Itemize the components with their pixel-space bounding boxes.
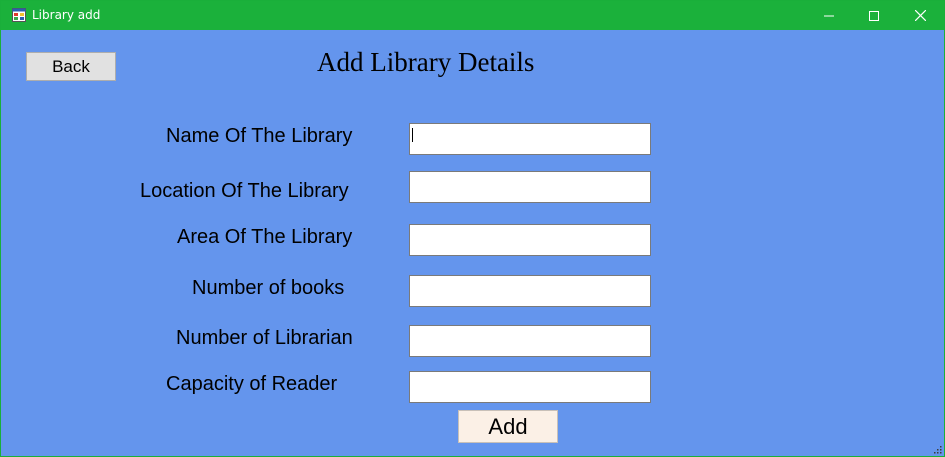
minimize-button[interactable] [806,1,852,30]
library-area-label: Area Of The Library [177,226,353,248]
text-caret [412,128,413,142]
resize-grip-icon[interactable] [932,444,942,454]
back-button[interactable]: Back [26,52,116,81]
number-of-librarian-input[interactable] [409,325,651,357]
reader-capacity-label: Capacity of Reader [166,373,338,395]
library-location-label: Location Of The Library [140,180,349,202]
minimize-icon [824,15,834,16]
library-name-label: Name Of The Library [166,125,353,147]
close-icon [914,10,926,21]
title-bar[interactable]: Library add [1,1,944,30]
library-location-input[interactable] [409,171,651,203]
number-of-librarian-label: Number of Librarian [176,327,353,349]
app-window: Library add Back Add Library Details Nam… [0,0,945,457]
add-button[interactable]: Add [458,410,558,443]
window-title: Library add [32,8,101,22]
page-title: Add Library Details [317,47,535,77]
close-button[interactable] [897,1,943,30]
number-of-books-label: Number of books [192,277,345,299]
reader-capacity-input[interactable] [409,371,651,403]
maximize-icon [869,10,879,21]
library-area-input[interactable] [409,224,651,256]
maximize-button[interactable] [851,1,897,30]
app-form-icon [12,8,26,22]
number-of-books-input[interactable] [409,275,651,307]
library-name-input[interactable] [409,123,651,155]
